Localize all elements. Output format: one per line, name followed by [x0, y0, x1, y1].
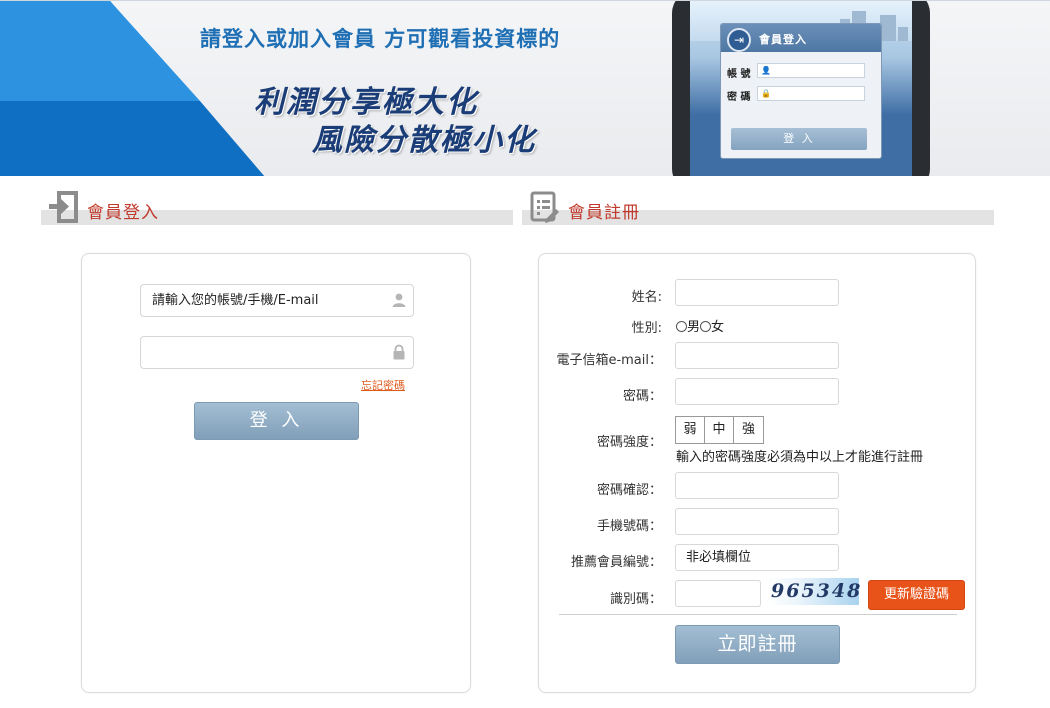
forgot-password-link[interactable]: 忘記密碼 [361, 377, 405, 393]
login-section-header: 會員登入 [41, 190, 513, 226]
name-input[interactable] [675, 279, 839, 306]
register-section-title: 會員註冊 [568, 203, 640, 223]
banner-headline: 請登入或加入會員 方可觀看投資標的 [200, 27, 561, 51]
banner: 請登入或加入會員 方可觀看投資標的 利潤分享極大化 風險分散極小化 ⇥ 會員登入… [0, 0, 1050, 176]
password-strength-meter: 弱 中 強 [675, 416, 764, 444]
login-arrow-icon: ⇥ [727, 28, 751, 52]
gender-options: 男女 [676, 316, 724, 335]
password-input[interactable] [140, 336, 414, 369]
lock-icon: 🔒 [761, 89, 771, 98]
captcha-image: 965348 [767, 578, 860, 605]
phone-password-label: 密 碼 [727, 92, 751, 103]
strength-medium: 中 [705, 417, 734, 443]
phone-illustration: ⇥ 會員登入 帳 號 👤 密 碼 🔒 登 入 [672, 1, 930, 176]
user-icon: 👤 [761, 66, 771, 75]
mobile-input[interactable] [675, 508, 839, 535]
referrer-input[interactable]: 非必填欄位 [675, 544, 839, 571]
password-strength-label: 密碼強度： [596, 435, 662, 450]
phone-password-box: 🔒 [757, 86, 865, 101]
register-section-header: 會員註冊 [522, 190, 994, 226]
account-input[interactable]: 請輸入您的帳號/手機/E-mail [140, 284, 414, 317]
email-input[interactable] [675, 342, 839, 369]
gender-female-radio[interactable] [700, 321, 712, 332]
referrer-input-value: 非必填欄位 [686, 550, 752, 565]
login-section-title: 會員登入 [87, 203, 159, 223]
phone-login-button: 登 入 [731, 128, 867, 150]
gender-label: 性別: [631, 321, 662, 336]
account-input-value: 請輸入您的帳號/手機/E-mail [152, 293, 319, 308]
phone-screen: ⇥ 會員登入 帳 號 👤 密 碼 🔒 登 入 [690, 1, 912, 176]
strength-strong: 強 [741, 422, 755, 437]
phone-card-title: 會員登入 [759, 33, 807, 46]
login-button[interactable]: 登 入 [194, 402, 359, 440]
user-icon [392, 293, 406, 307]
phone-account-label: 帳 號 [727, 69, 751, 80]
register-form-icon [530, 191, 559, 223]
confirm-password-label: 密碼確認： [596, 483, 662, 498]
gender-male-label: 男 [687, 320, 701, 335]
phone-account-box: 👤 [757, 63, 865, 78]
register-submit-button[interactable]: 立即註冊 [675, 625, 840, 664]
strength-weak: 弱 [676, 417, 705, 443]
reg-password-input[interactable] [675, 378, 839, 405]
reg-password-label: 密碼： [622, 389, 662, 404]
mobile-label: 手機號碼： [596, 519, 662, 534]
banner-slogan-line2: 風險分散極小化 [312, 123, 536, 158]
gender-male-radio[interactable] [676, 321, 687, 332]
referrer-label: 推薦會員編號： [570, 555, 662, 570]
confirm-password-input[interactable] [675, 472, 839, 499]
name-label: 姓名: [631, 290, 662, 305]
refresh-captcha-button[interactable]: 更新驗證碼 [868, 580, 965, 610]
phone-login-card: ⇥ 會員登入 帳 號 👤 密 碼 🔒 登 入 [720, 23, 882, 159]
login-arrow-icon [49, 191, 78, 223]
email-label: 電子信箱e-mail： [556, 353, 662, 368]
gender-female-label: 女 [711, 320, 725, 335]
captcha-label: 識別碼： [609, 592, 662, 607]
register-panel: 姓名: 性別: 男女 電子信箱e-mail： 密碼： 密碼強度： 弱 中 強 輸… [538, 253, 976, 693]
form-divider [559, 614, 957, 615]
password-strength-note: 輸入的密碼強度必須為中以上才能進行註冊 [676, 450, 924, 465]
login-panel: 請輸入您的帳號/手機/E-mail 忘記密碼 登 入 [81, 253, 471, 693]
captcha-input[interactable] [675, 580, 761, 607]
lock-icon [393, 344, 405, 360]
